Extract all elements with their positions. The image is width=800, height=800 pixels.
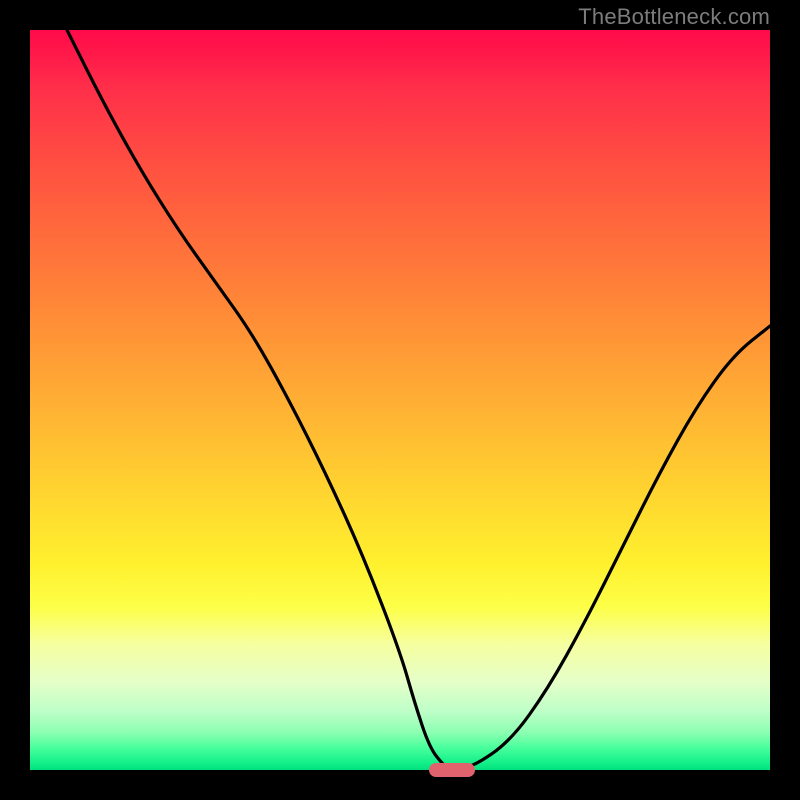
watermark-text: TheBottleneck.com [578, 4, 770, 30]
chart-frame: TheBottleneck.com [0, 0, 800, 800]
plot-area [30, 30, 770, 770]
bottleneck-curve [30, 30, 770, 770]
optimal-marker [429, 763, 475, 777]
